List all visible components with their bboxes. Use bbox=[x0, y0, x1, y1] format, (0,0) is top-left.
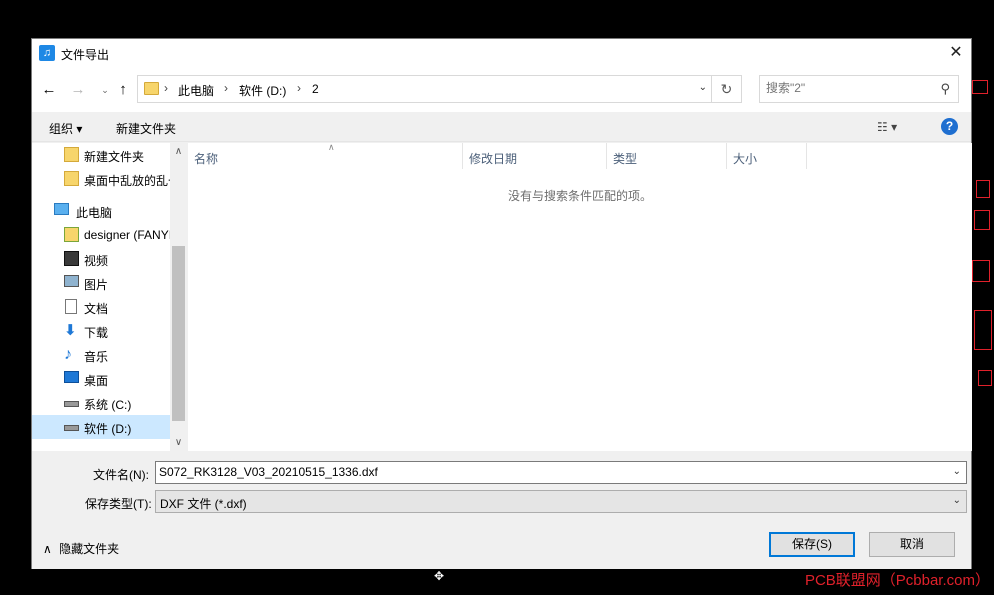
file-list-pane: 名称 ∧ 修改日期 类型 大小 没有与搜索条件匹配的项。 bbox=[188, 142, 972, 451]
chevron-right-icon: › bbox=[164, 81, 168, 95]
search-box[interactable]: ⚲ bbox=[759, 75, 959, 103]
move-cursor-icon: ✥ bbox=[434, 569, 445, 583]
sidebar-item-label: 视频 bbox=[84, 254, 109, 268]
column-header-date[interactable]: 修改日期 bbox=[463, 143, 607, 169]
sidebar-item-desktop-misc[interactable]: 桌面中乱放的乱七八糟 bbox=[32, 167, 187, 191]
desktop-icon bbox=[64, 371, 79, 383]
scroll-up-icon[interactable]: ∧ bbox=[170, 146, 187, 157]
cancel-button[interactable]: 取消 bbox=[869, 532, 955, 557]
sidebar-item-pictures[interactable]: 图片 bbox=[32, 271, 170, 295]
refresh-icon[interactable]: ↻ bbox=[711, 76, 741, 102]
sidebar-item-documents[interactable]: 文档 bbox=[32, 295, 170, 319]
column-label: 类型 bbox=[613, 152, 638, 166]
view-options-icon[interactable]: ☷ ▾ bbox=[877, 120, 897, 134]
chevron-down-icon[interactable]: ⌄ bbox=[953, 466, 961, 477]
sidebar-item-label: designer (FANYI bbox=[84, 228, 173, 242]
title-bar: ♫ 文件导出 ✕ bbox=[32, 39, 971, 68]
filetype-label: 保存类型(T): bbox=[85, 497, 152, 511]
sidebar-item-downloads[interactable]: ⬇ 下载 bbox=[32, 319, 170, 343]
network-user-icon bbox=[64, 227, 79, 242]
file-export-dialog: ♫ 文件导出 ✕ ← → ⌄ ↑ › 此电脑 › 软件 (D:) › 2 ⌄ ↻… bbox=[31, 38, 972, 569]
search-input[interactable] bbox=[766, 81, 926, 95]
drive-icon bbox=[64, 401, 79, 407]
new-folder-button[interactable]: 新建文件夹 bbox=[116, 120, 176, 137]
sidebar-item-label: 此电脑 bbox=[76, 206, 113, 220]
chevron-right-icon: › bbox=[297, 81, 301, 95]
watermark: PCB联盟网（Pcbbar.com） bbox=[804, 572, 990, 589]
video-icon bbox=[64, 251, 79, 266]
filetype-select[interactable]: DXF 文件 (*.dxf) ⌄ bbox=[155, 490, 967, 513]
breadcrumb-this-pc[interactable]: 此电脑 bbox=[178, 82, 214, 99]
navigation-bar: ← → ⌄ ↑ › 此电脑 › 软件 (D:) › 2 ⌄ ↻ ⚲ bbox=[32, 68, 971, 112]
column-header-size[interactable]: 大小 bbox=[727, 143, 807, 169]
up-icon[interactable]: ↑ bbox=[114, 81, 132, 99]
navigation-scrollbar[interactable]: ∧ ∨ bbox=[170, 143, 187, 451]
column-header-type[interactable]: 类型 bbox=[607, 143, 727, 169]
chevron-down-icon[interactable]: ⌄ bbox=[699, 82, 707, 93]
window-title: 文件导出 bbox=[61, 48, 110, 62]
download-icon: ⬇ bbox=[64, 322, 77, 339]
save-button[interactable]: 保存(S) bbox=[769, 532, 855, 557]
forward-icon[interactable]: → bbox=[69, 81, 87, 99]
breadcrumb-folder-2[interactable]: 2 bbox=[312, 82, 319, 96]
command-bar: 组织 ▾ 新建文件夹 ☷ ▾ ? bbox=[32, 112, 971, 142]
sidebar-item-label: 下载 bbox=[84, 326, 109, 340]
folder-icon bbox=[64, 171, 79, 186]
column-label: 修改日期 bbox=[469, 152, 518, 166]
hide-folders-label: 隐藏文件夹 bbox=[59, 542, 120, 556]
music-icon: ♪ bbox=[64, 346, 72, 363]
search-icon: ⚲ bbox=[940, 81, 950, 96]
recent-dropdown-icon[interactable]: ⌄ bbox=[96, 81, 114, 99]
sidebar-item-label: 系统 (C:) bbox=[84, 398, 132, 412]
chevron-down-icon: ⌄ bbox=[952, 495, 961, 506]
app-icon: ♫ bbox=[39, 45, 55, 61]
sidebar-item-new-folder[interactable]: 新建文件夹 bbox=[32, 143, 170, 167]
column-label: 名称 bbox=[194, 152, 219, 166]
navigation-pane: 新建文件夹 桌面中乱放的乱七八糟 此电脑 designer (FANYI 视频 … bbox=[32, 143, 187, 451]
sort-up-icon: ∧ bbox=[328, 142, 335, 152]
scroll-down-icon[interactable]: ∨ bbox=[170, 437, 187, 448]
document-icon bbox=[65, 299, 77, 314]
scrollbar-thumb[interactable] bbox=[172, 246, 185, 421]
empty-message: 没有与搜索条件匹配的项。 bbox=[507, 189, 652, 203]
sidebar-item-drive-c[interactable]: 系统 (C:) bbox=[32, 391, 170, 415]
filename-label: 文件名(N): bbox=[93, 468, 149, 482]
folder-icon bbox=[144, 82, 159, 95]
breadcrumb-drive-d[interactable]: 软件 (D:) bbox=[239, 82, 286, 99]
hide-folders-toggle[interactable]: ∧ 隐藏文件夹 bbox=[43, 540, 119, 557]
folder-icon bbox=[64, 147, 79, 162]
sidebar-item-this-pc[interactable]: 此电脑 bbox=[32, 199, 170, 223]
close-icon: ✕ bbox=[949, 44, 963, 61]
sidebar-item-desktop[interactable]: 桌面 bbox=[32, 367, 170, 391]
sidebar-item-label: 音乐 bbox=[84, 350, 109, 364]
drive-icon bbox=[64, 425, 79, 431]
picture-icon bbox=[64, 275, 79, 287]
filename-input[interactable] bbox=[159, 465, 939, 479]
close-button[interactable]: ✕ bbox=[941, 39, 971, 68]
help-icon[interactable]: ? bbox=[941, 118, 958, 135]
sidebar-item-drive-d[interactable]: 软件 (D:) bbox=[32, 415, 170, 439]
sidebar-item-label: 新建文件夹 bbox=[84, 150, 145, 164]
chevron-right-icon: › bbox=[224, 81, 228, 95]
computer-icon bbox=[54, 203, 69, 215]
filename-field[interactable]: ⌄ bbox=[155, 461, 967, 484]
organize-menu[interactable]: 组织 ▾ bbox=[49, 120, 82, 137]
column-label: 大小 bbox=[733, 152, 758, 166]
sidebar-item-label: 图片 bbox=[84, 278, 109, 292]
save-options-panel: 文件名(N): ⌄ 保存类型(T): DXF 文件 (*.dxf) ⌄ ∧ 隐藏… bbox=[32, 452, 971, 569]
filetype-value: DXF 文件 (*.dxf) bbox=[160, 497, 247, 511]
sidebar-item-label: 文档 bbox=[84, 302, 109, 316]
column-header-name[interactable]: 名称 ∧ bbox=[188, 142, 463, 169]
back-icon[interactable]: ← bbox=[40, 81, 58, 99]
chevron-up-icon: ∧ bbox=[43, 542, 52, 556]
address-bar[interactable]: › 此电脑 › 软件 (D:) › 2 ⌄ ↻ bbox=[137, 75, 742, 103]
sidebar-item-music[interactable]: ♪ 音乐 bbox=[32, 343, 170, 367]
sidebar-item-label: 软件 (D:) bbox=[84, 422, 132, 436]
sidebar-item-videos[interactable]: 视频 bbox=[32, 247, 170, 271]
sidebar-item-label: 桌面 bbox=[84, 374, 109, 388]
pcb-background bbox=[970, 70, 994, 490]
sidebar-item-designer[interactable]: designer (FANYI bbox=[32, 223, 173, 247]
